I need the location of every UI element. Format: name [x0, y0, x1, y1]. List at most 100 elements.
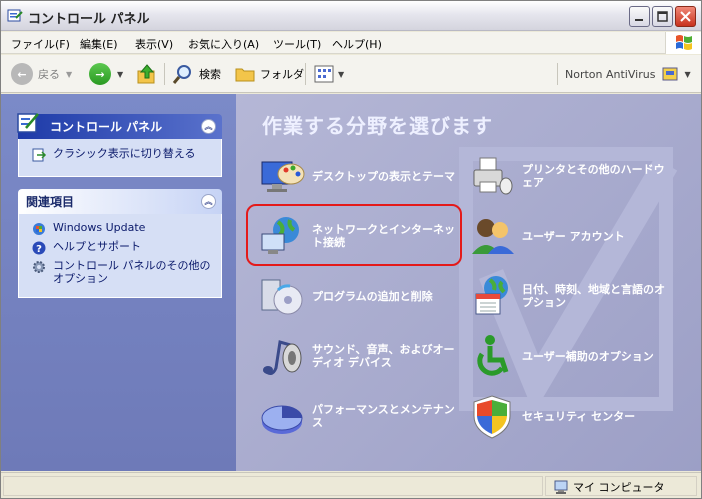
windows-update-icon [33, 223, 45, 235]
other-control-panel-options-label: コントロール パネルのその他のオプション [53, 259, 211, 285]
up-folder-icon [137, 64, 155, 84]
windows-update-link[interactable]: Windows Update [31, 221, 145, 237]
user-accounts-icon [472, 219, 514, 254]
category-accessibility[interactable]: ユーザー補助のオプション [468, 332, 672, 380]
category-label: ユーザー アカウント [522, 229, 625, 243]
category-label: 日付、時刻、地域と言語のオプション [522, 283, 665, 309]
minimize-icon [635, 19, 643, 21]
toolbar: ← 戻る ▼ → ▼ 検索 フォルダ ▼ Norton AntiVirus ▼ [1, 55, 701, 93]
category-label: セキュリティ センター [522, 409, 636, 423]
my-computer-icon [554, 480, 568, 494]
help-and-support-label: ヘルプとサポート [53, 240, 141, 253]
up-folder-button[interactable] [135, 62, 159, 86]
my-computer-label: マイ コンピュータ [573, 481, 665, 494]
menu-help[interactable]: ヘルプ(H) [332, 36, 382, 52]
performance-icon [261, 405, 303, 434]
date-time-region-icon [475, 276, 508, 315]
category-add-remove-programs[interactable]: プログラムの追加と削除 [258, 272, 462, 320]
forward-button[interactable]: → ▼ [89, 62, 123, 86]
printer-icon [473, 157, 513, 195]
svg-text:?: ? [36, 244, 42, 255]
collapse-chevron-icon[interactable]: ︽ [201, 194, 216, 209]
norton-icon [662, 67, 678, 81]
toolbar-separator [305, 63, 306, 85]
control-panel-app-icon [7, 9, 23, 22]
switch-to-classic-view-link[interactable]: クラシック表示に切り替える [31, 147, 195, 163]
related-topics-body: Windows Update ? ヘルプとサポート コントロール パネルのその他… [18, 214, 222, 298]
classic-view-icon [32, 148, 47, 162]
menu-bar: ファイル(F) 編集(E) 表示(V) お気に入り(A) ツール(T) ヘルプ(… [1, 32, 701, 54]
views-button[interactable]: ▼ [313, 62, 344, 86]
forward-dropdown-icon: ▼ [117, 69, 124, 79]
category-sounds-audio[interactable]: サウンド、音声、およびオーディオ デバイス [258, 332, 462, 380]
category-label: ユーザー補助のオプション [522, 349, 654, 363]
maximize-icon [657, 11, 668, 22]
related-topics-title: 関連項目 [26, 195, 75, 209]
folders-icon [235, 68, 255, 82]
control-panel-box-icon [17, 113, 39, 133]
category-label: プログラムの追加と削除 [312, 289, 433, 303]
category-label: パフォーマンスとメンテナンス [312, 403, 455, 429]
title-bar[interactable]: コントロール パネル [1, 1, 701, 31]
highlight-frame [246, 204, 462, 266]
norton-antivirus-button[interactable]: Norton AntiVirus ▼ [565, 62, 691, 86]
menu-file[interactable]: ファイル(F) [11, 36, 70, 52]
security-center-icon [473, 395, 511, 439]
category-appearance-themes[interactable]: デスクトップの表示とテーマ [258, 152, 462, 200]
menu-tools[interactable]: ツール(T) [273, 36, 321, 52]
windows-flag-icon [676, 35, 692, 50]
add-remove-programs-icon [261, 279, 303, 315]
category-performance-maintenance[interactable]: パフォーマンスとメンテナンス [258, 392, 462, 440]
menu-edit[interactable]: 編集(E) [80, 36, 118, 52]
status-cell [3, 476, 543, 496]
close-icon [680, 11, 691, 22]
category-label: サウンド、音声、およびオーディオ デバイス [312, 343, 455, 369]
help-icon: ? [32, 241, 46, 255]
back-button[interactable]: ← 戻る ▼ [11, 62, 72, 86]
views-dropdown-icon: ▼ [338, 69, 345, 79]
back-arrow-icon: ← [11, 63, 33, 85]
search-label: 検索 [199, 68, 221, 81]
minimize-button[interactable] [629, 6, 650, 27]
sound-icon [262, 340, 302, 375]
control-panel-box-header[interactable]: コントロール パネル ︽ [17, 113, 222, 139]
menu-favorites[interactable]: お気に入り(A) [188, 36, 259, 52]
windows-update-label: Windows Update [53, 221, 146, 234]
maximize-button[interactable] [652, 6, 673, 27]
task-pane: コントロール パネル ︽ クラシック表示に切り替える 関連項目 ︽ Window… [1, 94, 236, 471]
control-panel-box-title: コントロール パネル [50, 120, 163, 134]
folders-label: フォルダ [260, 68, 304, 81]
category-security-center[interactable]: セキュリティ センター [468, 392, 672, 440]
norton-dropdown-icon: ▼ [684, 69, 691, 79]
desktop-icon [261, 161, 305, 192]
category-label: デスクトップの表示とテーマ [312, 169, 455, 183]
other-control-panel-options-link[interactable]: コントロール パネルのその他のオプション [31, 259, 211, 285]
windows-logo [665, 32, 701, 54]
gear-icon [33, 261, 45, 273]
help-and-support-link[interactable]: ? ヘルプとサポート [31, 240, 141, 256]
search-button[interactable]: 検索 [171, 62, 221, 86]
category-printers-hardware[interactable]: プリンタとその他のハードウェア [468, 152, 672, 200]
collapse-chevron-icon[interactable]: ︽ [201, 119, 216, 134]
my-computer-status: マイ コンピュータ [553, 479, 665, 495]
menu-view[interactable]: 表示(V) [135, 36, 173, 52]
back-dropdown-icon: ▼ [66, 69, 73, 79]
toolbar-separator [164, 63, 165, 85]
status-bar: マイ コンピュータ [1, 472, 701, 498]
page-heading: 作業する分野を選びます [262, 114, 493, 138]
toolbar-separator [557, 63, 558, 85]
related-topics-header[interactable]: 関連項目 ︽ [18, 189, 222, 214]
window-title: コントロール パネル [28, 12, 150, 27]
close-button[interactable] [675, 6, 696, 27]
category-label: プリンタとその他のハードウェア [522, 163, 665, 189]
norton-label: Norton AntiVirus [565, 67, 656, 81]
category-date-time-language[interactable]: 日付、時刻、地域と言語のオプション [468, 272, 672, 320]
folders-button[interactable]: フォルダ [234, 62, 304, 86]
views-icon [314, 65, 334, 83]
control-panel-window: コントロール パネル ファイル(F) 編集(E) 表示(V) お気に入り(A) … [0, 0, 702, 499]
back-label: 戻る [38, 68, 60, 81]
category-user-accounts[interactable]: ユーザー アカウント [468, 212, 672, 260]
forward-arrow-icon: → [89, 63, 111, 85]
accessibility-icon [477, 335, 509, 376]
switch-to-classic-view-label: クラシック表示に切り替える [53, 147, 196, 160]
